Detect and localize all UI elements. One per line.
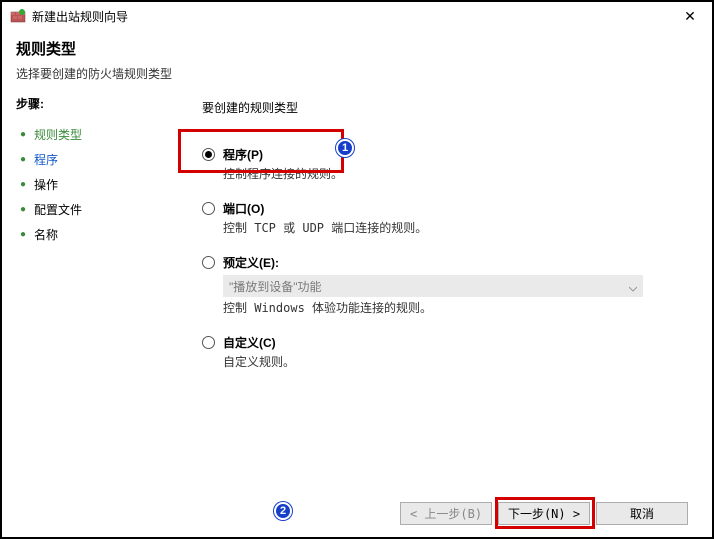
cancel-button[interactable]: 取消 bbox=[596, 502, 688, 525]
step-name[interactable]: ● 名称 bbox=[16, 222, 165, 247]
wizard-footer: < 上一步(B) 下一步(N) > 取消 2 bbox=[400, 502, 688, 525]
bullet-icon: ● bbox=[16, 178, 30, 192]
step-rule-type[interactable]: ● 规则类型 bbox=[16, 122, 165, 147]
option-title: 自定义(C) bbox=[223, 334, 295, 351]
option-title: 端口(O) bbox=[223, 200, 427, 217]
steps-heading: 步骤: bbox=[16, 95, 165, 112]
radio-custom[interactable] bbox=[202, 336, 215, 349]
firewall-icon bbox=[10, 8, 26, 24]
wizard-sidebar: 步骤: ● 规则类型 ● 程序 ● 操作 ● 配置文件 ● 名称 bbox=[2, 87, 180, 492]
wizard-content: 要创建的规则类型 程序(P) 控制程序连接的规则。 端口(O) 控制 TCP 或… bbox=[180, 87, 712, 492]
option-desc: 控制 TCP 或 UDP 端口连接的规则。 bbox=[223, 219, 427, 236]
option-desc: 控制程序连接的规则。 bbox=[223, 165, 343, 182]
annotation-callout-2: 2 bbox=[274, 502, 292, 520]
option-title: 程序(P) bbox=[223, 146, 343, 163]
close-button[interactable]: ✕ bbox=[676, 5, 704, 27]
radio-port[interactable] bbox=[202, 202, 215, 215]
next-button[interactable]: 下一步(N) > bbox=[498, 502, 590, 525]
titlebar: 新建出站规则向导 ✕ bbox=[2, 2, 712, 30]
step-action[interactable]: ● 操作 bbox=[16, 172, 165, 197]
page-title: 规则类型 bbox=[16, 38, 698, 59]
radio-program[interactable] bbox=[202, 148, 215, 161]
radio-predefined[interactable] bbox=[202, 256, 215, 269]
predefined-dropdown[interactable]: "播放到设备"功能 bbox=[223, 275, 643, 297]
option-predefined: 预定义(E): "播放到设备"功能 控制 Windows 体验功能连接的规则。 bbox=[202, 254, 682, 316]
step-label: 规则类型 bbox=[34, 126, 82, 143]
option-desc: 自定义规则。 bbox=[223, 353, 295, 370]
option-port: 端口(O) 控制 TCP 或 UDP 端口连接的规则。 bbox=[202, 200, 682, 236]
option-title: 预定义(E): bbox=[223, 254, 279, 271]
dropdown-value: "播放到设备"功能 bbox=[229, 278, 322, 295]
bullet-icon: ● bbox=[16, 228, 30, 242]
option-program: 程序(P) 控制程序连接的规则。 bbox=[202, 146, 682, 182]
back-button[interactable]: < 上一步(B) bbox=[400, 502, 492, 525]
option-custom: 自定义(C) 自定义规则。 bbox=[202, 334, 682, 370]
page-subtitle: 选择要创建的防火墙规则类型 bbox=[16, 65, 698, 82]
step-label: 操作 bbox=[34, 176, 58, 193]
step-label: 配置文件 bbox=[34, 201, 82, 218]
window-title: 新建出站规则向导 bbox=[32, 8, 676, 25]
bullet-icon: ● bbox=[16, 203, 30, 217]
option-desc: 控制 Windows 体验功能连接的规则。 bbox=[223, 299, 682, 316]
header: 规则类型 选择要创建的防火墙规则类型 bbox=[2, 30, 712, 92]
bullet-icon: ● bbox=[16, 153, 30, 167]
step-label: 程序 bbox=[34, 151, 58, 168]
content-heading: 要创建的规则类型 bbox=[202, 99, 682, 116]
bullet-icon: ● bbox=[16, 128, 30, 142]
step-program[interactable]: ● 程序 bbox=[16, 147, 165, 172]
chevron-down-icon bbox=[629, 282, 637, 290]
step-label: 名称 bbox=[34, 226, 58, 243]
step-profile[interactable]: ● 配置文件 bbox=[16, 197, 165, 222]
